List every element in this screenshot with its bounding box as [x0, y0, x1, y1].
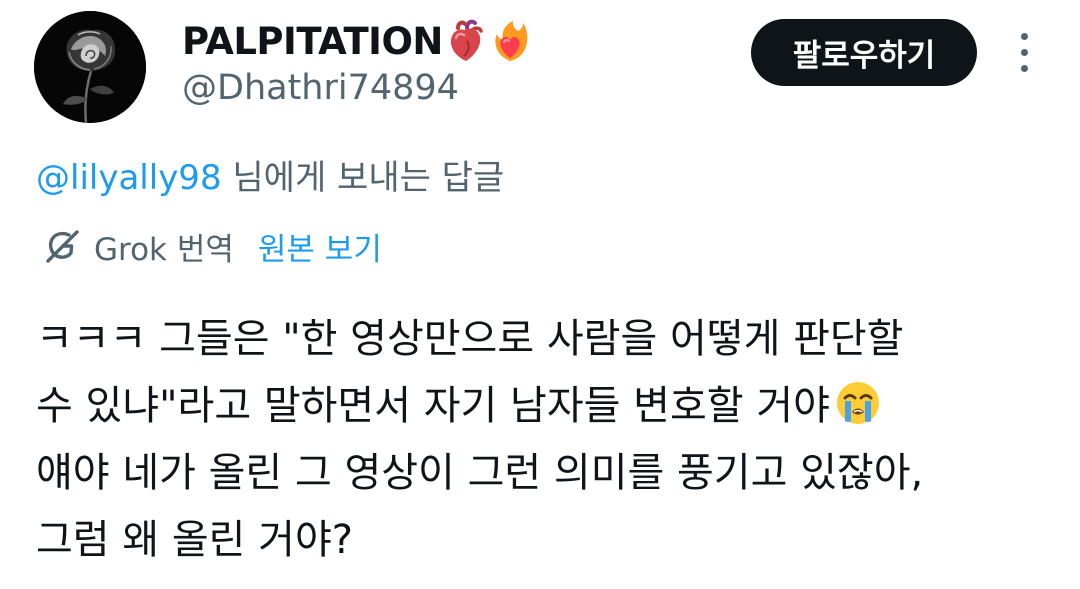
more-dot: [1020, 32, 1028, 40]
tweet-line-2: 수 있냐"라고 말하면서 자기 남자들 변호할 거야: [36, 373, 1066, 440]
grok-icon: [42, 226, 82, 266]
more-dot: [1020, 64, 1028, 72]
loudly-crying-face-icon: [834, 379, 882, 427]
tweet-line: ㅋㅋㅋ 그들은 "한 영상만으로 사람을 어떻게 판단할: [36, 316, 904, 362]
tweet-line: 그럼 왜 올린 거야?: [36, 517, 353, 563]
translation-row: Grok 번역 원본 보기: [42, 223, 382, 269]
reply-context: @lilyally98 님에게 보내는 답글: [36, 150, 504, 199]
tweet-line-text: 수 있냐"라고 말하면서 자기 남자들 변호할 거야: [36, 383, 830, 429]
author-display-name[interactable]: PALPITATION: [182, 20, 443, 63]
author-name-row[interactable]: PALPITATION: [182, 14, 531, 68]
more-dot: [1020, 48, 1028, 56]
follow-button[interactable]: 팔로우하기: [751, 19, 977, 86]
reply-context-text: 님에게 보내는 답글: [221, 158, 505, 198]
anatomical-heart-icon: [445, 19, 487, 63]
tweet-line: 얘야 네가 올린 그 영상이 그런 의미를 풍기고 있잖아,: [36, 450, 924, 496]
grok-translation-label: Grok 번역: [94, 231, 234, 268]
author-handle[interactable]: @Dhathri74894: [182, 68, 459, 108]
black-rose-avatar-image: [34, 11, 146, 123]
avatar[interactable]: [34, 11, 146, 123]
show-original-link[interactable]: 원본 보기: [258, 224, 382, 269]
reply-mention-link[interactable]: @lilyally98: [36, 158, 222, 198]
tweet-text: ㅋㅋㅋ 그들은 "한 영상만으로 사람을 어떻게 판단할 수 있냐"라고 말하면…: [36, 306, 1066, 574]
heart-on-fire-icon: [489, 19, 531, 63]
more-options-button[interactable]: [1008, 32, 1040, 72]
